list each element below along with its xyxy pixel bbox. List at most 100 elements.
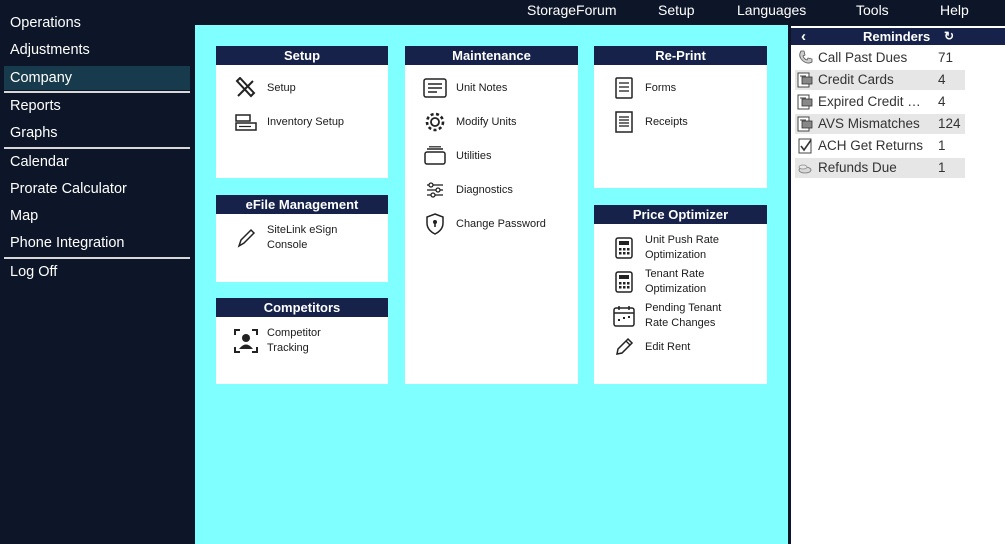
tenant-rate-optimization-link[interactable]: Tenant Rate Optimization — [612, 267, 706, 297]
reminder-count: 1 — [938, 160, 946, 175]
money-icon — [797, 160, 813, 176]
pending-tenant-rate-changes-link[interactable]: Pending Tenant Rate Changes — [612, 301, 721, 331]
panel-title: Competitors — [216, 298, 388, 317]
user-tracking-icon — [234, 329, 258, 353]
sidebar-item-prorate-calculator[interactable]: Prorate Calculator — [4, 177, 190, 201]
menu-tools[interactable]: Tools — [856, 2, 889, 18]
reminder-row[interactable]: AVS Mismatches 124 — [795, 114, 965, 134]
panel-title: eFile Management — [216, 195, 388, 214]
card-icon — [797, 116, 813, 132]
edit-rent-label: Edit Rent — [645, 340, 691, 353]
diagnostics-label: Diagnostics — [456, 183, 513, 196]
reminder-row[interactable]: Call Past Dues 71 — [795, 48, 965, 68]
reminder-label: ACH Get Returns — [818, 138, 924, 153]
card-icon — [797, 94, 813, 110]
inventory-setup-label: Inventory Setup — [267, 115, 345, 128]
reminder-count: 124 — [938, 116, 961, 131]
refresh-icon[interactable]: ↻ — [944, 28, 954, 45]
diagnostics-link[interactable]: Diagnostics — [423, 178, 513, 202]
reminder-label: Refunds Due — [818, 160, 897, 175]
calculator-icon — [612, 236, 636, 260]
tenant-rate-optimization-label: Tenant Rate Optimization — [645, 268, 707, 295]
modify-units-link[interactable]: Modify Units — [423, 110, 517, 134]
document-icon — [612, 76, 636, 100]
top-menu-bar: StorageForum Setup Languages Tools Help — [195, 0, 1005, 24]
tools-icon — [234, 76, 258, 100]
sidebar-item-phone-integration[interactable]: Phone Integration — [4, 231, 190, 255]
reminder-label: Credit Cards — [818, 72, 894, 87]
setup-link[interactable]: Setup — [234, 76, 296, 100]
utilities-link[interactable]: Utilities — [423, 144, 491, 168]
pencil-icon — [612, 335, 636, 359]
sliders-icon — [423, 178, 447, 202]
receipt-icon — [612, 110, 636, 134]
calendar-icon — [612, 304, 636, 328]
reminder-count: 4 — [938, 94, 946, 109]
reminder-row[interactable]: ACH Get Returns 1 — [795, 136, 965, 156]
sitelink-esign-console-link[interactable]: SiteLink eSign Console — [234, 223, 337, 253]
panel-maintenance: Maintenance Unit Notes Modify Units Util… — [405, 46, 578, 384]
panel-competitors: Competitors Competitor Tracking — [216, 298, 388, 384]
menu-storageforum[interactable]: StorageForum — [527, 2, 616, 18]
competitor-tracking-label: Competitor Tracking — [267, 327, 321, 354]
change-password-label: Change Password — [456, 217, 546, 230]
panel-title: Re-Print — [594, 46, 767, 65]
sidebar-item-graphs[interactable]: Graphs — [4, 121, 190, 145]
unit-push-rate-optimization-link[interactable]: Unit Push Rate Optimization — [612, 233, 719, 263]
unit-notes-link[interactable]: Unit Notes — [423, 76, 507, 100]
inventory-setup-link[interactable]: Inventory Setup — [234, 110, 344, 134]
modify-units-label: Modify Units — [456, 115, 517, 128]
panel-title: Maintenance — [405, 46, 578, 65]
competitor-tracking-link[interactable]: Competitor Tracking — [234, 326, 321, 356]
gear-icon — [423, 110, 447, 134]
panel-title: Setup — [216, 46, 388, 65]
edit-rent-link[interactable]: Edit Rent — [612, 335, 690, 359]
reminders-panel: ‹ Reminders ↻ Call Past Dues 71 Credit C… — [791, 26, 1005, 544]
change-password-link[interactable]: Change Password — [423, 212, 546, 236]
forms-link[interactable]: Forms — [612, 76, 676, 100]
utilities-icon — [423, 144, 447, 168]
menu-setup[interactable]: Setup — [658, 2, 695, 18]
panel-price-optimizer: Price Optimizer Unit Push Rate Optimizat… — [594, 205, 767, 384]
receipts-link[interactable]: Receipts — [612, 110, 688, 134]
reminder-row[interactable]: Expired Credit Cards 4 — [795, 92, 965, 112]
panel-setup: Setup Setup Inventory Setup — [216, 46, 388, 178]
card-icon — [797, 72, 813, 88]
reminders-header: ‹ Reminders ↻ — [791, 28, 1005, 45]
panel-title: Price Optimizer — [594, 205, 767, 224]
setup-label: Setup — [267, 81, 296, 94]
inventory-icon — [234, 110, 258, 134]
checklist-icon — [797, 138, 813, 154]
notes-icon — [423, 76, 447, 100]
sitelink-esign-console-label: SiteLink eSign Console — [267, 224, 338, 251]
shield-lock-icon — [423, 212, 447, 236]
sidebar-separator — [4, 257, 190, 259]
reminder-count: 71 — [938, 50, 954, 65]
sidebar-item-map[interactable]: Map — [4, 204, 190, 228]
reminders-title: Reminders — [863, 29, 931, 44]
unit-push-rate-optimization-label: Unit Push Rate Optimization — [645, 234, 719, 261]
menu-languages[interactable]: Languages — [737, 2, 806, 18]
pen-icon — [234, 226, 258, 250]
forms-label: Forms — [645, 81, 677, 94]
reminder-row[interactable]: Refunds Due 1 — [795, 158, 965, 178]
panel-re-print: Re-Print Forms Receipts — [594, 46, 767, 188]
sidebar-item-calendar[interactable]: Calendar — [4, 150, 190, 174]
sidebar-separator — [4, 91, 190, 93]
sidebar-item-log-off[interactable]: Log Off — [4, 260, 190, 284]
sidebar-item-reports[interactable]: Reports — [4, 94, 190, 118]
sidebar-item-company[interactable]: Company — [4, 66, 190, 90]
reminder-row[interactable]: Credit Cards 4 — [795, 70, 965, 90]
unit-notes-label: Unit Notes — [456, 81, 508, 94]
reminder-label: Expired Credit Cards — [818, 94, 930, 109]
menu-help[interactable]: Help — [940, 2, 969, 18]
sidebar-item-adjustments[interactable]: Adjustments — [4, 38, 190, 62]
sidebar-item-operations[interactable]: Operations — [4, 11, 190, 35]
pending-tenant-rate-changes-label: Pending Tenant Rate Changes — [645, 302, 722, 329]
sidebar-separator — [4, 147, 190, 149]
reminder-count: 4 — [938, 72, 946, 87]
collapse-chevron-left-icon[interactable]: ‹ — [801, 28, 806, 45]
receipts-label: Receipts — [645, 115, 688, 128]
phone-icon — [797, 50, 813, 66]
reminder-label: AVS Mismatches — [818, 116, 920, 131]
